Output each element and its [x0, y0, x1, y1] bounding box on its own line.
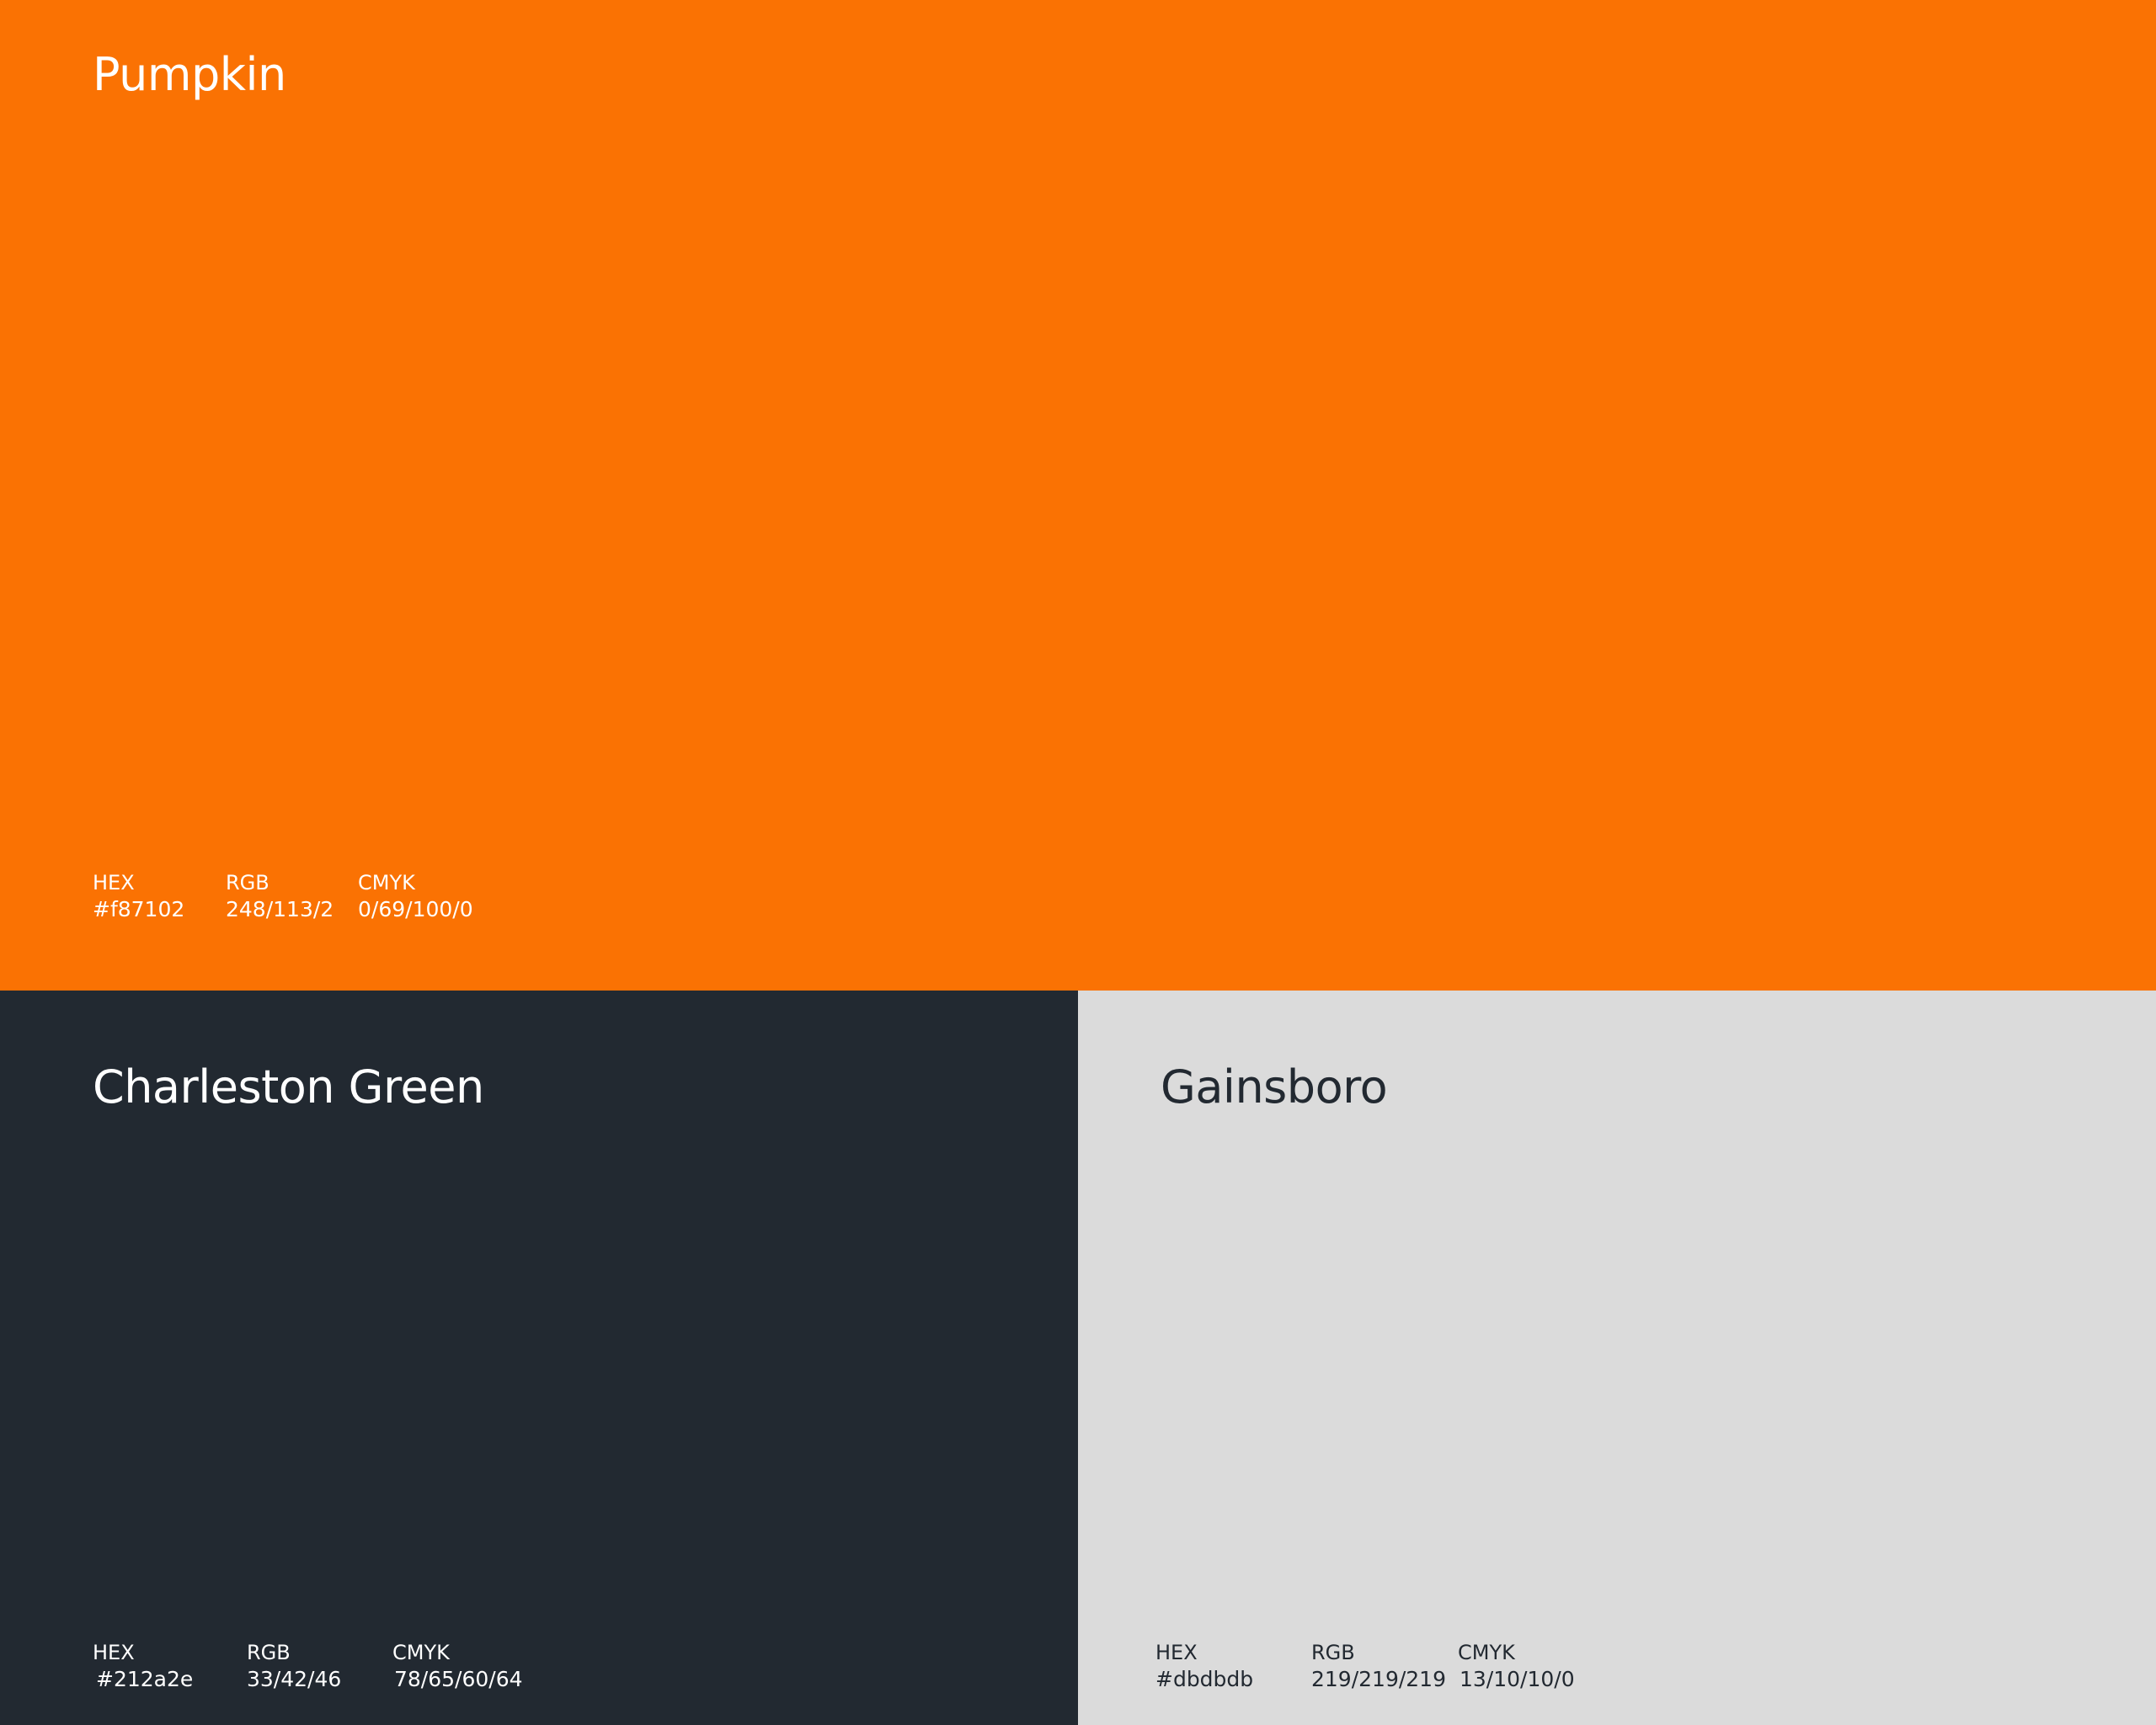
spec-label: CMYK — [1458, 1641, 1515, 1664]
spec-label: HEX — [1155, 1641, 1198, 1664]
spec-label: RGB — [226, 871, 270, 895]
spec-value: #f87102 — [93, 897, 185, 921]
spec-label: CMYK — [358, 871, 415, 895]
spec-cmyk: CMYK 78/65/60/64 — [392, 1639, 523, 1693]
spec-value: 219/219/219 — [1311, 1667, 1446, 1691]
swatch-name: Gainsboro — [1161, 1060, 1388, 1114]
spec-rgb: RGB 33/42/46 — [247, 1639, 341, 1693]
spec-hex: HEX #dbdbdb — [1155, 1639, 1253, 1693]
spec-label: HEX — [93, 1641, 135, 1664]
spec-value: 33/42/46 — [247, 1667, 342, 1691]
spec-label: RGB — [1311, 1641, 1355, 1664]
swatch-pumpkin: Pumpkin HEX #f87102 RGB 248/113/2 CMYK 0… — [0, 0, 2156, 991]
swatch-charleston-green: Charleston Green HEX #212a2e RGB 33/42/4… — [0, 991, 1078, 1725]
spec-label: RGB — [247, 1641, 291, 1664]
spec-value: 0/69/100/0 — [358, 897, 473, 921]
spec-label: CMYK — [392, 1641, 450, 1664]
swatch-name: Pumpkin — [93, 48, 286, 101]
swatch-gainsboro: Gainsboro HEX #dbdbdb RGB 219/219/219 CM… — [1078, 991, 2156, 1725]
spec-cmyk: CMYK 0/69/100/0 — [358, 869, 473, 923]
spec-rgb: RGB 219/219/219 — [1311, 1639, 1446, 1693]
spec-value: #dbdbdb — [1155, 1667, 1254, 1691]
spec-rgb: RGB 248/113/2 — [226, 869, 334, 923]
spec-value: 78/65/60/64 — [394, 1667, 523, 1691]
spec-cmyk: CMYK 13/10/10/0 — [1458, 1639, 1575, 1693]
spec-value: 13/10/10/0 — [1460, 1667, 1575, 1691]
spec-value: #212a2e — [96, 1667, 194, 1691]
spec-value: 248/113/2 — [226, 897, 334, 921]
spec-hex: HEX #f87102 — [93, 869, 184, 923]
swatch-name: Charleston Green — [93, 1060, 484, 1114]
spec-hex: HEX #212a2e — [93, 1639, 193, 1693]
spec-label: HEX — [93, 871, 135, 895]
